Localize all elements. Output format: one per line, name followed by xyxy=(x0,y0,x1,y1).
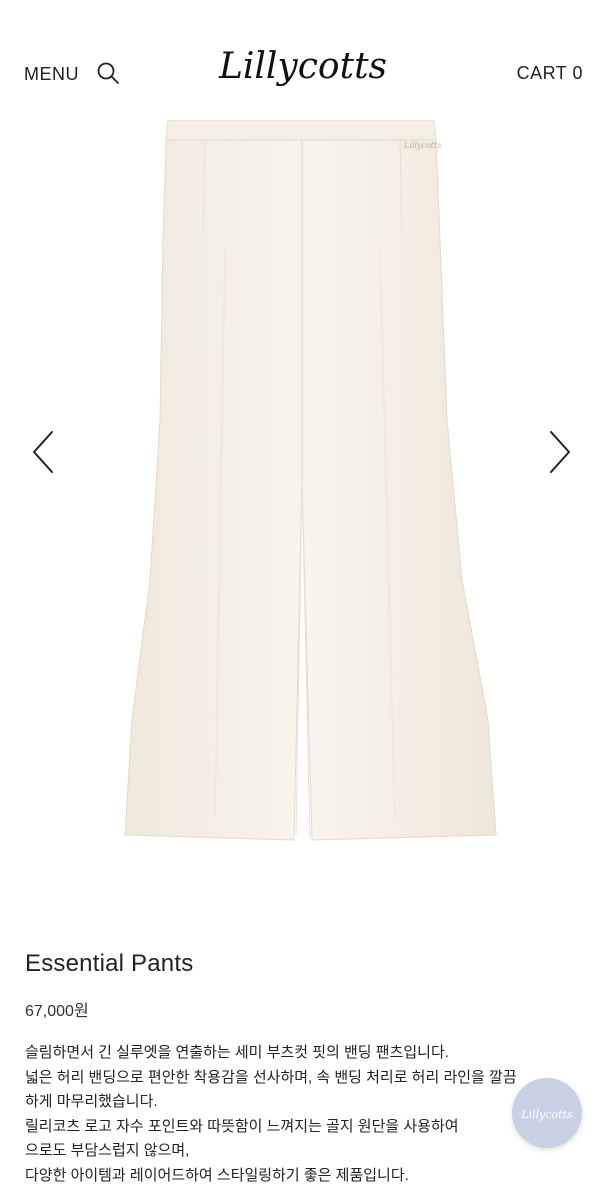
product-description: 슬림하면서 긴 실루엣을 연출하는 세미 부츠컷 핏의 밴딩 팬츠입니다. 넓은… xyxy=(25,1041,585,1188)
description-line: 슬림하면서 긴 실루엣을 연출하는 세미 부츠컷 핏의 밴딩 팬츠입니다. xyxy=(25,1044,449,1061)
waistband xyxy=(165,119,437,141)
header: MENU Lillycotts CART 0 xyxy=(0,0,605,120)
previous-image-chevron-left-icon[interactable] xyxy=(31,430,55,474)
description-line: 넓은 허리 밴딩으로 편안한 착용감을 선사하며, 속 밴딩 처리로 허리 라인… xyxy=(25,1068,517,1086)
brand-logo-text: Lillycotts xyxy=(217,46,386,87)
description-line: 릴리코츠 로고 자수 포인트와 따뜻함이 느껴지는 골지 원단을 사용하여 xyxy=(25,1117,459,1135)
product-price: 67,000원 xyxy=(25,1003,89,1020)
chat-badge-button[interactable]: Lillycotts xyxy=(512,1078,582,1148)
cart-button[interactable]: CART 0 xyxy=(517,63,583,84)
product-title: Essential Pants xyxy=(25,950,194,977)
product-info: Essential Pants 67,000원 슬림하면서 긴 실루엣을 연출하… xyxy=(25,950,585,1188)
chat-badge-logo: Lillycotts xyxy=(520,1108,573,1121)
description-line: 하게 마무리했습니다. xyxy=(25,1093,158,1110)
description-line: 다양한 아이템과 레이어드하여 스타일링하기 좋은 제품입니다. xyxy=(25,1166,409,1184)
product-image-gallery[interactable]: Lillycotts xyxy=(0,119,605,900)
pants-body xyxy=(124,139,497,841)
logo-embroidery: Lillycotts xyxy=(403,141,441,150)
brand-logo[interactable]: Lillycotts xyxy=(0,28,605,105)
description-line: 으로도 부담스럽지 않으며, xyxy=(25,1142,190,1159)
next-image-chevron-right-icon[interactable] xyxy=(548,430,572,474)
product-image: Lillycotts xyxy=(124,119,497,841)
